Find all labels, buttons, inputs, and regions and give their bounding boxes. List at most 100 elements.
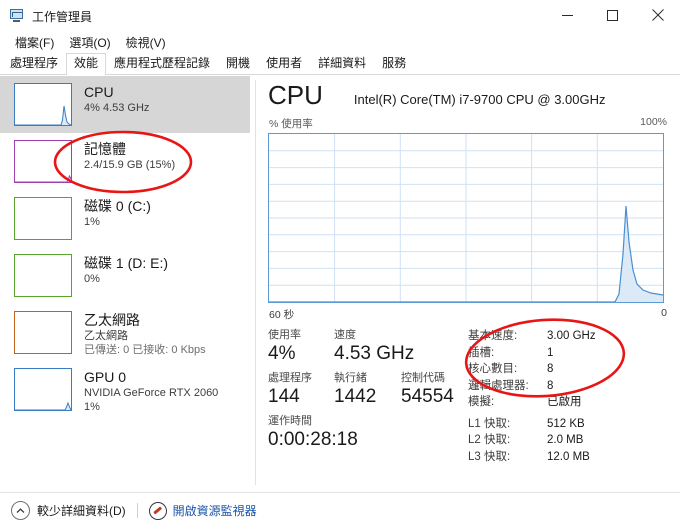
tab-services[interactable]: 服務 [374,53,414,74]
sidebar-text-cpu: CPU 4% 4.53 GHz [84,83,149,115]
spec-value-l1-cache: 512 KB [547,417,585,430]
spec-label-l3-cache: L3 快取: [468,450,511,463]
spec-label-base-speed: 基本速度: [468,330,518,342]
status-bar: 較少詳細資料(D) 開啟資源監視器 [0,492,680,528]
sidebar-item-sub-memory: 2.4/15.9 GB (15%) [84,159,176,171]
sidebar-text-disk-1: 磁碟 1 (D: E:) 0% [84,254,168,286]
stat-threads-label: 執行緒 [334,372,367,384]
stat-utilization: 使用率 4% [268,328,334,366]
spec-row-virtualization: 模擬: 已啟用 [468,394,668,411]
title-bar: 工作管理員 [0,0,680,32]
sidebar-item-sub-disk-0: 1% [84,216,100,228]
spec-value-virtualization: 已啟用 [547,396,582,408]
stat-group-uptime: 運作時間 0:00:28:18 [268,414,464,452]
memory-thumbnail-graph [14,140,72,183]
cpu-stats: 使用率 4% 速度 4.53 GHz 處理程序 144 執行緒 1442 控制代… [268,328,668,463]
tab-performance[interactable]: 效能 [66,53,107,75]
sidebar-item-ethernet[interactable]: 乙太網路 乙太網路 已傳送: 0 已接收: 0 Kbps [0,304,250,361]
cpu-model-name: Intel(R) Core(TM) i7-9700 CPU @ 3.00GHz [353,92,606,107]
graph-x-axis-labels: 60 秒 0 [268,307,668,322]
disk-0-thumbnail-graph [14,197,72,240]
stat-handles: 控制代碼 54554 [401,371,454,409]
sidebar-item-label-gpu-0: GPU 0 [84,369,127,385]
sidebar-item-sub-cpu: 4% 4.53 GHz [84,102,150,114]
resource-sidebar: CPU 4% 4.53 GHz 記憶體 2.4/15.9 GB (15%) 磁碟… [0,76,250,486]
tab-users[interactable]: 使用者 [258,53,310,74]
tab-strip: 處理程序 效能 應用程式歷程記錄 開機 使用者 詳細資料 服務 [0,53,680,75]
cpu-spec-list: 基本速度: 3.00 GHz 插槽: 1 核心數目: 8 邏輯處理器: 8 模擬… [468,328,668,465]
sidebar-item-gpu-0[interactable]: GPU 0 NVIDIA GeForce RTX 2060 1% [0,361,250,418]
chevron-up-icon [11,501,30,520]
stat-utilization-label: 使用率 [268,329,301,341]
sidebar-item-sub-disk-1: 0% [84,273,100,285]
sidebar-item-label-disk-0: 磁碟 0 (C:) [84,198,151,214]
graph-y-axis-title: % 使用率 [269,118,313,130]
spec-row-base-speed: 基本速度: 3.00 GHz [468,328,668,345]
gpu-0-thumbnail-graph [14,368,72,411]
sidebar-text-gpu-0: GPU 0 NVIDIA GeForce RTX 2060 1% [84,368,218,414]
sidebar-item-throughput-ethernet: 已傳送: 0 已接收: 0 Kbps [84,344,206,356]
sidebar-text-memory: 記憶體 2.4/15.9 GB (15%) [84,140,175,172]
tab-details[interactable]: 詳細資料 [310,53,374,74]
sidebar-item-cpu[interactable]: CPU 4% 4.53 GHz [0,76,250,133]
cpu-detail-panel: CPU Intel(R) Core(TM) i7-9700 CPU @ 3.00… [268,80,668,480]
fewer-details-label: 較少詳細資料(D) [37,504,126,518]
sidebar-item-disk-1[interactable]: 磁碟 1 (D: E:) 0% [0,247,250,304]
spec-label-sockets: 插槽: [468,346,495,359]
tab-startup[interactable]: 開機 [218,53,258,74]
cpu-header: CPU Intel(R) Core(TM) i7-9700 CPU @ 3.00… [268,80,668,110]
spec-value-base-speed: 3.00 GHz [547,330,596,342]
panel-divider [255,80,256,485]
spec-row-cores: 核心數目: 8 [468,361,668,378]
graph-y-axis-max: 100% [640,116,667,128]
spec-row-l1-cache: L1 快取: 512 KB [468,416,668,433]
spec-label-virtualization: 模擬: [468,396,495,408]
spec-value-l2-cache: 2.0 MB [547,434,584,446]
stat-processes-value: 144 [268,386,300,407]
menu-item-file[interactable]: 檔案(F) [8,32,62,53]
sidebar-item-disk-0[interactable]: 磁碟 0 (C:) 1% [0,190,250,247]
fewer-details-button[interactable]: 較少詳細資料(D) [11,501,126,520]
ethernet-thumbnail-graph [14,311,72,354]
sidebar-item-sub-gpu-0: 1% [84,401,100,413]
menu-item-options[interactable]: 選項(O) [62,32,118,53]
spec-label-logical-processors: 邏輯處理器: [468,379,529,392]
tab-processes[interactable]: 處理程序 [2,53,66,74]
close-button[interactable] [635,0,680,30]
stat-speed-value: 4.53 GHz [334,343,415,364]
graph-x-axis-right: 0 [661,307,667,319]
footer-divider [136,503,138,518]
stat-group-counts: 處理程序 144 執行緒 1442 控制代碼 54554 [268,371,464,409]
stat-uptime-label: 運作時間 [268,415,312,427]
spec-row-sockets: 插槽: 1 [468,345,668,362]
task-manager-icon [9,8,25,24]
window-controls [545,0,680,30]
graph-x-axis-left: 60 秒 [269,309,295,321]
stat-handles-label: 控制代碼 [401,372,445,384]
maximize-button[interactable] [590,0,635,30]
sidebar-item-label-ethernet: 乙太網路 [84,312,140,328]
minimize-button[interactable] [545,0,590,30]
spec-row-logical-processors: 邏輯處理器: 8 [468,378,668,395]
stat-handles-value: 54554 [401,386,454,407]
spec-value-cores: 8 [547,363,554,375]
spec-row-l2-cache: L2 快取: 2.0 MB [468,432,668,449]
tab-app-history[interactable]: 應用程式歷程記錄 [106,53,218,74]
stat-group-usage: 使用率 4% 速度 4.53 GHz [268,328,464,366]
sidebar-item-memory[interactable]: 記憶體 2.4/15.9 GB (15%) [0,133,250,190]
stat-threads: 執行緒 1442 [334,371,401,409]
sidebar-item-label-cpu: CPU [84,84,114,100]
menu-item-view[interactable]: 檢視(V) [119,32,174,53]
cpu-thumbnail-graph [14,83,72,126]
graph-plot [269,134,663,302]
sidebar-item-label-memory: 記憶體 [84,141,126,157]
open-resource-monitor-label: 開啟資源監視器 [172,504,257,518]
spec-label-l2-cache: L2 快取: [468,434,511,446]
stat-uptime-value: 0:00:28:18 [268,429,358,450]
spec-row-l3-cache: L3 快取: 12.0 MB [468,449,668,466]
open-resource-monitor-button[interactable]: 開啟資源監視器 [148,501,257,520]
sidebar-item-sub-ethernet: 乙太網路 [84,330,128,342]
sidebar-text-disk-0: 磁碟 0 (C:) 1% [84,197,151,229]
task-manager-window: 工作管理員 檔案(F) 選項(O) 檢視(V) 處理程序 效能 應用程式歷程記錄… [0,0,680,528]
sidebar-text-ethernet: 乙太網路 乙太網路 已傳送: 0 已接收: 0 Kbps [84,311,206,357]
